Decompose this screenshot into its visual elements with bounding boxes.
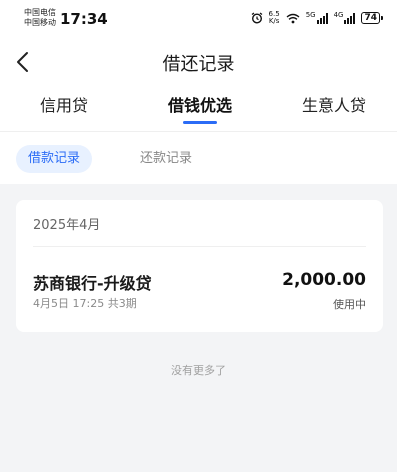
tab-business-loan[interactable]: 生意人贷 [274,92,394,116]
loan-status: 使用中 [333,298,366,311]
network-4g-label: 4G [333,11,344,19]
signal-icon-2 [344,12,356,24]
nav-bar: 借还记录 [0,38,397,86]
divider [33,246,366,247]
active-tab-indicator [183,121,217,124]
loan-name: 苏商银行-升级贷 [33,274,152,293]
alarm-icon [251,12,262,24]
carrier-labels: 中国电信 中国移动 [24,8,56,28]
page-title: 借还记录 [162,54,235,75]
carrier-2: 中国移动 [24,18,56,27]
wifi-icon [286,13,300,23]
battery-tip [381,16,383,20]
battery-icon: 74 [361,12,380,24]
record-type-tabs: 借款记录 还款记录 [0,132,397,184]
product-tabs: 信用贷 借钱优选 生意人贷 [0,86,397,132]
loan-meta: 4月5日 17:25 共3期 [33,297,137,310]
network-speed: 6.5 K/s [269,11,280,25]
status-icons: 6.5 K/s 5G 4G 74 [251,11,383,25]
loan-amount: 2,000.00 [282,270,366,290]
network-5g-label: 5G [305,11,316,19]
speed-unit: K/s [268,17,280,25]
top-section: 中国电信 中国移动 17:34 6.5 K/s 5G 4G 74 借还记录 信用… [0,0,397,184]
subtab-repay-records[interactable]: 还款记录 [140,145,192,173]
month-header: 2025年4月 [33,218,101,233]
records-card: 2025年4月 苏商银行-升级贷 4月5日 17:25 共3期 2,000.00… [16,200,383,332]
status-time: 17:34 [60,10,108,28]
signal-icon-1 [316,12,328,24]
carrier-1: 中国电信 [24,8,56,17]
subtab-borrow-records[interactable]: 借款记录 [16,145,93,173]
no-more-text: 没有更多了 [171,364,226,377]
tab-borrow-select[interactable]: 借钱优选 [140,92,260,116]
tab-credit-loan[interactable]: 信用贷 [4,92,124,116]
status-bar: 中国电信 中国移动 17:34 6.5 K/s 5G 4G 74 [0,0,397,38]
